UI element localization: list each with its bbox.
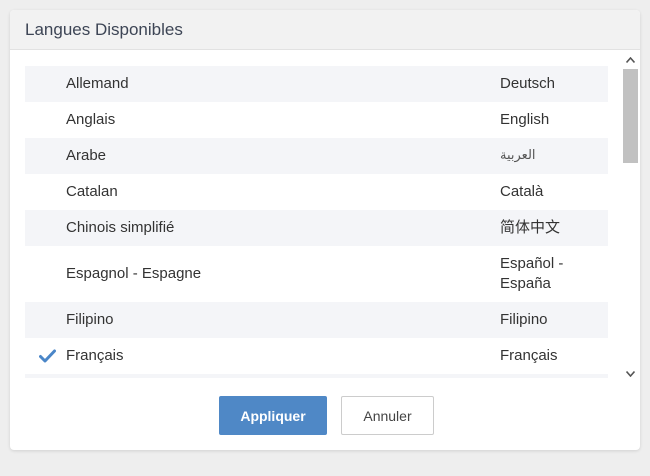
arrow-up-icon[interactable] [622,53,639,67]
cancel-button[interactable]: Annuler [341,396,434,435]
language-native-name: 简体中文 [500,219,561,236]
language-name: Anglais [66,111,116,128]
language-row-partial[interactable] [25,374,608,378]
language-name: Allemand [66,75,129,92]
language-name: Espagnol - Espagne [66,265,202,282]
language-native-name: Filipino [500,311,548,328]
scrollbar-thumb[interactable] [623,69,638,163]
language-native-name: العربية [500,148,536,163]
language-row-chinois-simplifie[interactable]: Chinois simplifié 简体中文 [25,210,608,246]
language-row-arabe[interactable]: Arabe العربية [25,138,608,174]
list-scrollbar[interactable] [622,53,639,381]
language-name: Chinois simplifié [66,219,175,236]
language-name: Filipino [66,311,114,328]
language-row-catalan[interactable]: Catalan Català [25,174,608,210]
language-row-filipino[interactable]: Filipino Filipino [25,302,608,338]
apply-button[interactable]: Appliquer [219,396,327,435]
language-native-name: Español - España [500,255,564,292]
dialog-footer: Appliquer Annuler [10,396,640,435]
language-native-name: Català [500,183,544,200]
language-native-name: English [500,111,550,128]
language-name: Français [66,347,124,364]
language-name: Arabe [66,147,107,164]
language-native-name: Deutsch [500,75,556,92]
checkmark-icon [25,349,66,363]
language-row-francais[interactable]: Français Français [25,338,608,374]
language-list[interactable]: Allemand Deutsch Anglais English Arabe ا… [25,66,608,378]
language-row-espagnol-espagne[interactable]: Espagnol - Espagne Español - España [25,246,608,302]
language-native-name: Français [500,347,558,364]
language-row-allemand[interactable]: Allemand Deutsch [25,66,608,102]
dialog-title: Langues Disponibles [25,19,183,39]
language-name: Catalan [66,183,118,200]
languages-dialog: Langues Disponibles Allemand Deutsch Ang… [10,10,640,450]
dialog-header: Langues Disponibles [10,10,640,50]
arrow-down-icon[interactable] [622,367,639,381]
language-row-anglais[interactable]: Anglais English [25,102,608,138]
